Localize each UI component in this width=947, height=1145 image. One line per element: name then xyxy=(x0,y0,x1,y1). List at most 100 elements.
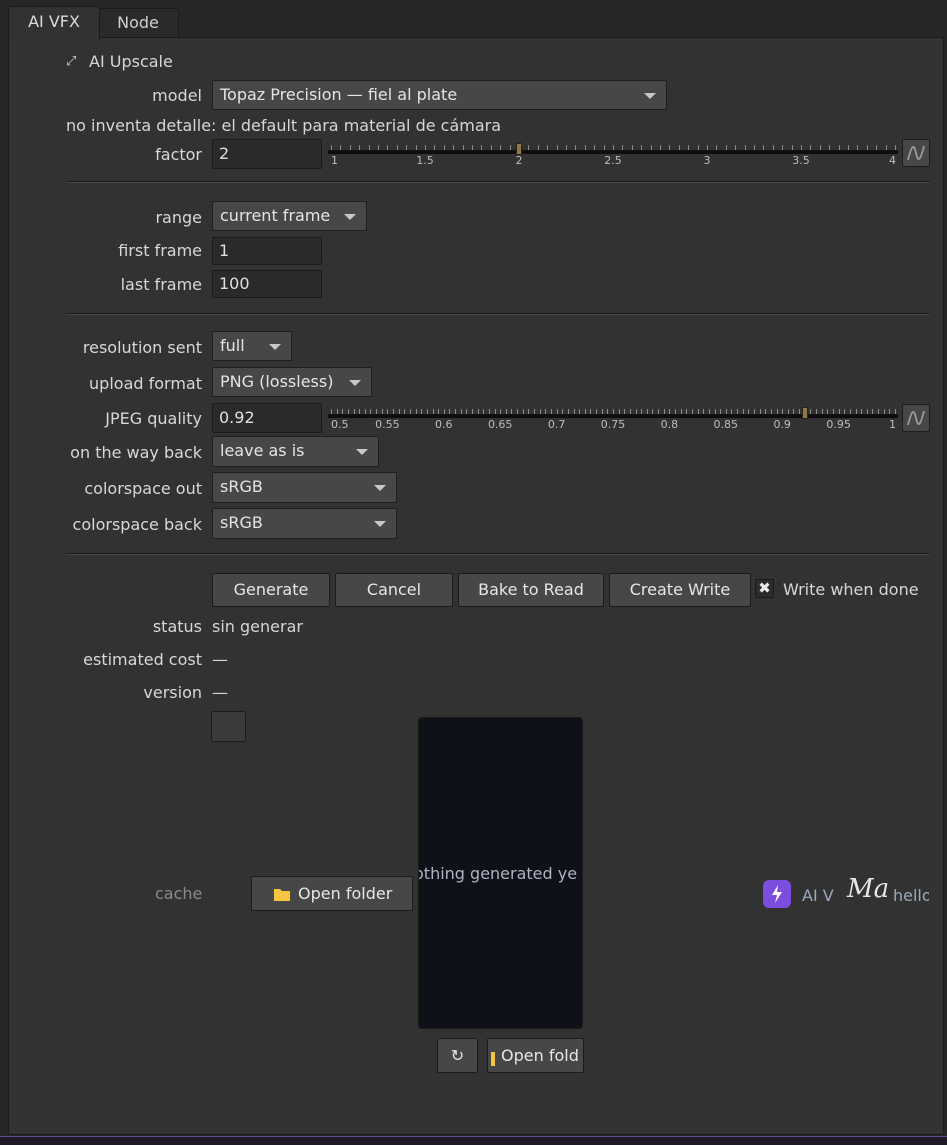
slider-tick xyxy=(556,409,558,414)
slider-tick-label: 0.8 xyxy=(660,418,679,431)
status-value: sin generar xyxy=(212,617,303,636)
slider-tick xyxy=(866,145,868,150)
slider-tick xyxy=(562,409,564,414)
slider-tick-label: 1 xyxy=(331,154,338,167)
slider-handle[interactable] xyxy=(801,407,808,419)
jpeg-quality-input[interactable]: 0.92 xyxy=(212,403,322,433)
slider-tick xyxy=(601,409,603,414)
slider-tick xyxy=(425,145,426,150)
slider-tick xyxy=(613,409,614,414)
slider-tick xyxy=(455,409,457,414)
slider-tick xyxy=(737,409,739,414)
slider-tick xyxy=(466,409,468,414)
slider-tick xyxy=(349,145,351,150)
folder-icon xyxy=(491,1052,495,1066)
slider-tick xyxy=(393,409,395,414)
slider-tick xyxy=(857,145,859,150)
slider-tick xyxy=(505,409,507,414)
slider-tick xyxy=(861,409,863,414)
slider-tick xyxy=(631,145,633,150)
slider-tick xyxy=(575,145,577,150)
tab-ai-vfx[interactable]: AI VFX xyxy=(8,6,100,41)
slider-tick xyxy=(443,145,445,150)
slider-tick xyxy=(754,409,755,414)
slider-tick xyxy=(889,409,891,414)
slider-tick xyxy=(387,145,389,150)
model-dropdown[interactable]: Topaz Precision — fiel al plate xyxy=(212,80,667,110)
curve-icon[interactable] xyxy=(902,139,930,167)
collapse-icon[interactable]: ⤢ xyxy=(66,54,76,69)
signature: Ma xyxy=(847,874,890,904)
slider-tick xyxy=(336,409,338,414)
slider-tick xyxy=(772,145,774,150)
tab-node[interactable]: Node xyxy=(97,8,179,39)
upload-format-dropdown[interactable]: PNG (lossless) xyxy=(212,367,372,397)
slider-tick xyxy=(641,145,643,150)
resolution-sent-dropdown[interactable]: full xyxy=(212,331,292,361)
create-write-button[interactable]: Create Write xyxy=(609,573,751,607)
chevron-down-icon xyxy=(644,93,656,99)
slider-tick xyxy=(799,409,801,414)
last-frame-input[interactable]: 100 xyxy=(212,270,322,298)
slider-tick xyxy=(613,145,614,150)
slider-tick xyxy=(872,409,874,414)
slider-tick xyxy=(434,145,436,150)
preview-open-folder-button[interactable]: Open fold xyxy=(487,1038,584,1073)
bake-to-read-button[interactable]: Bake to Read xyxy=(458,573,604,607)
slider-handle[interactable] xyxy=(516,143,522,155)
slider-tick xyxy=(855,409,857,414)
on-the-way-back-dropdown[interactable]: leave as is xyxy=(212,436,379,467)
open-folder-button[interactable]: Open folder xyxy=(251,876,413,911)
slider-tick-label: 0.6 xyxy=(435,418,453,431)
colorspace-out-dropdown[interactable]: sRGB xyxy=(212,472,397,503)
slider-tick xyxy=(669,145,671,150)
estimated-cost-label: estimated cost xyxy=(83,650,202,669)
open-folder-label: Open folder xyxy=(298,884,393,903)
first-frame-input[interactable]: 1 xyxy=(212,237,322,265)
colorspace-back-dropdown[interactable]: sRGB xyxy=(212,508,397,539)
last-frame-label: last frame xyxy=(120,275,202,294)
factor-input[interactable]: 2 xyxy=(212,139,322,169)
slider-tick-label: 2.5 xyxy=(604,154,622,167)
range-dropdown[interactable]: current frame xyxy=(212,201,367,231)
preview-area: othing generated ye xyxy=(418,717,583,1029)
slider-tick xyxy=(347,409,349,414)
slider-tick xyxy=(443,409,445,414)
slider-tick xyxy=(490,145,492,150)
slider-tick xyxy=(669,409,671,414)
status-label: status xyxy=(152,617,202,636)
slider-tick xyxy=(793,409,795,414)
generate-button[interactable]: Generate xyxy=(212,573,330,607)
slider-tick xyxy=(406,145,408,150)
factor-slider[interactable]: 1 1.5 2 2.5 3 3.5 4 xyxy=(328,140,898,170)
slider-tick xyxy=(472,145,473,150)
slider-tick xyxy=(763,145,765,150)
slider-tick-label: 0.5 xyxy=(331,418,349,431)
upload-format-label: upload format xyxy=(89,374,202,393)
curve-icon[interactable] xyxy=(902,404,930,432)
chevron-down-icon xyxy=(269,344,281,350)
range-value: current frame xyxy=(220,206,331,225)
slider-tick xyxy=(539,409,541,414)
refresh-icon[interactable]: ↻ xyxy=(437,1038,478,1073)
jpeg-quality-slider[interactable]: 0.5 0.55 0.6 0.65 0.7 0.75 0.8 0.85 0.9 0.95 1 xyxy=(328,404,898,434)
cancel-button[interactable]: Cancel xyxy=(335,573,453,607)
slider-tick-label: 1.5 xyxy=(416,154,434,167)
colorspace-back-label: colorspace back xyxy=(72,515,202,534)
slider-tick-label: 1 xyxy=(889,418,896,431)
slider-tick xyxy=(658,409,660,414)
slider-tick xyxy=(494,409,496,414)
slider-tick xyxy=(714,409,716,414)
slider-tick xyxy=(878,409,880,414)
slider-tick xyxy=(460,409,462,414)
slider-tick xyxy=(885,145,887,150)
chevron-down-icon xyxy=(349,380,361,386)
slider-tick xyxy=(607,409,609,414)
section-title: AI Upscale xyxy=(89,52,173,71)
cache-label: cache xyxy=(155,884,203,903)
write-when-done-checkbox[interactable]: ✖ xyxy=(755,579,774,598)
slider-tick xyxy=(376,409,378,414)
slider-tick xyxy=(675,409,677,414)
slider-tick xyxy=(432,409,434,414)
swatch-button[interactable] xyxy=(211,711,246,742)
